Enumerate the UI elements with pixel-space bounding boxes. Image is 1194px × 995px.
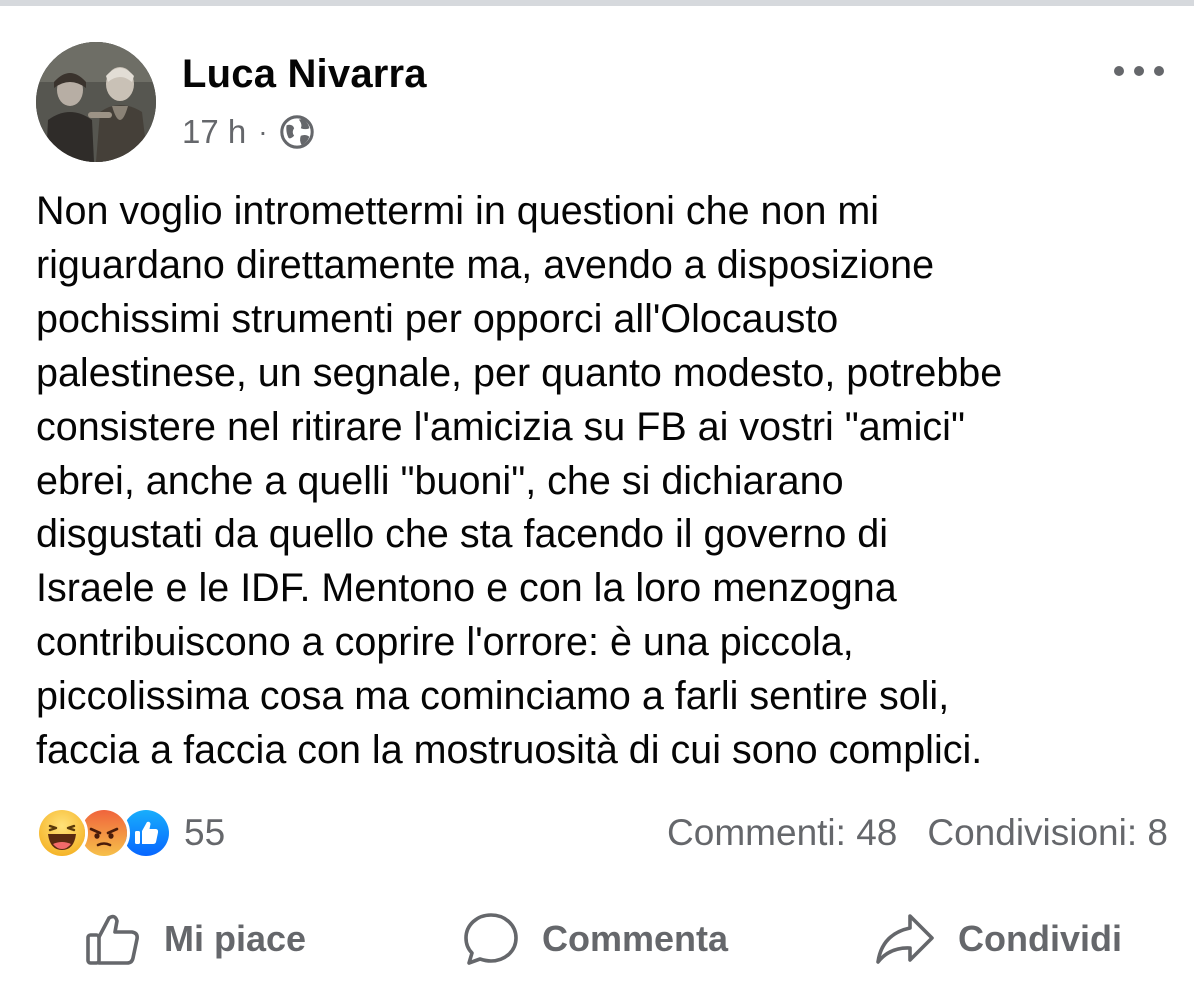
more-dot-icon	[1154, 66, 1164, 76]
post-actions-bar: Mi piace Commenta Condividi	[0, 908, 1194, 970]
comments-count[interactable]: Commenti: 48	[667, 812, 897, 854]
more-options-button[interactable]	[1114, 56, 1164, 86]
like-label: Mi piace	[164, 918, 307, 959]
post-stats: Commenti: 48 Condivisioni: 8	[667, 808, 1168, 858]
share-arrow-icon	[876, 914, 934, 964]
author-name[interactable]: Luca Nivarra	[182, 52, 427, 97]
globe-icon[interactable]	[278, 113, 316, 151]
author-avatar[interactable]	[36, 42, 156, 162]
more-dot-icon	[1114, 66, 1124, 76]
comment-button[interactable]: Commenta	[462, 908, 728, 970]
haha-reaction-icon	[36, 807, 88, 859]
post-timestamp[interactable]: 17 h	[182, 113, 246, 151]
post-text: Non voglio intromettermi in questioni ch…	[36, 189, 1003, 773]
comment-bubble-icon	[464, 913, 518, 965]
like-button[interactable]: Mi piace	[84, 908, 306, 970]
meta-separator: ·	[258, 116, 268, 147]
top-divider	[0, 0, 1194, 6]
share-button[interactable]: Condividi	[874, 908, 1122, 970]
reactions-summary[interactable]: 55	[36, 807, 226, 859]
post-meta: 17 h ·	[182, 112, 316, 152]
avatar-photo	[36, 42, 156, 162]
share-label: Condividi	[958, 918, 1122, 959]
more-dot-icon	[1134, 66, 1144, 76]
reaction-count: 55	[184, 812, 226, 853]
shares-count[interactable]: Condivisioni: 8	[927, 812, 1168, 854]
comment-label: Commenta	[542, 918, 729, 959]
thumbs-up-icon	[86, 914, 139, 965]
